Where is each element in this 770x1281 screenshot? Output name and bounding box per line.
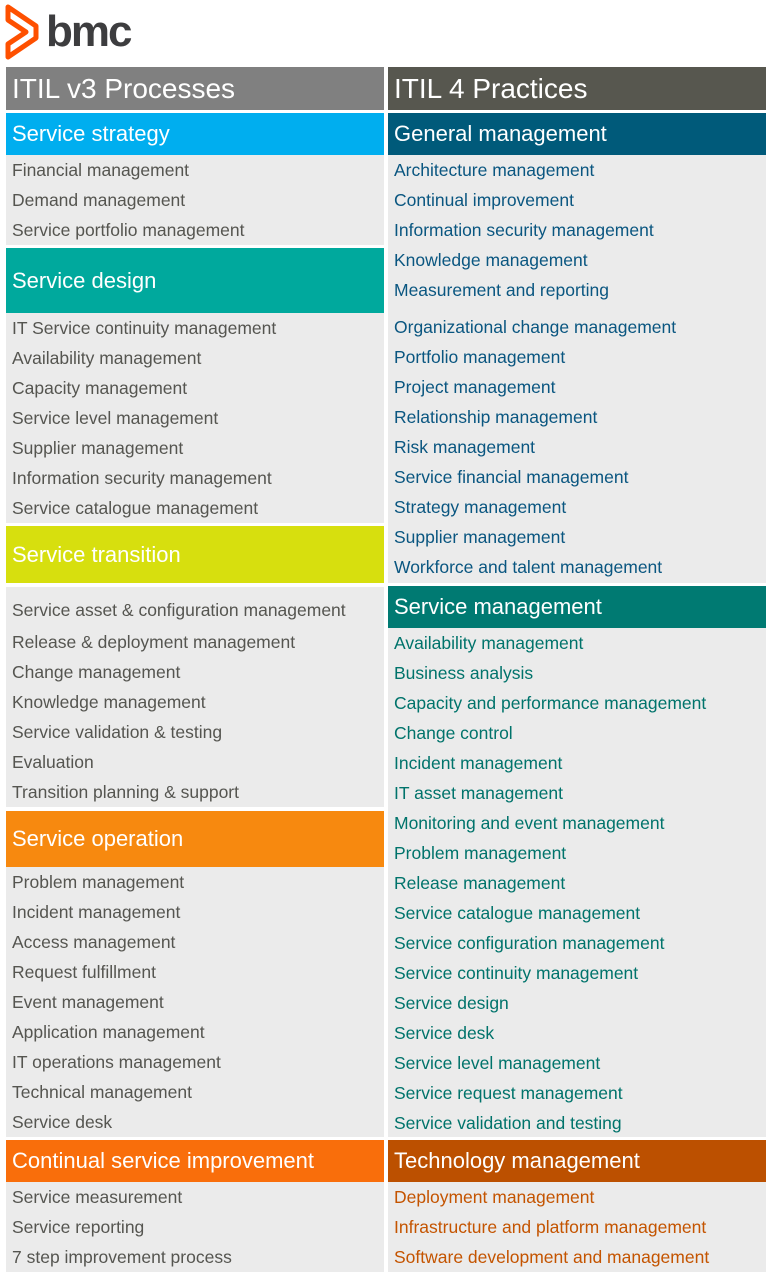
list-item: Service asset & configuration management <box>12 600 346 620</box>
list-item: Service reporting <box>12 1217 145 1237</box>
list-item: Information security management <box>12 468 272 488</box>
list-item: Demand management <box>12 190 186 210</box>
list-item: 7 step improvement process <box>12 1247 232 1267</box>
list-item: Continual improvement <box>394 190 574 210</box>
list-item: Service level management <box>12 408 219 428</box>
list-item: Business analysis <box>394 663 534 683</box>
list-item: Incident management <box>12 902 181 922</box>
list-item: Service portfolio management <box>12 220 245 240</box>
section-header-service-strategy: Service strategy <box>6 113 384 155</box>
list-item: Change control <box>394 723 513 743</box>
section-list-service-operation: Problem management Incident management A… <box>6 867 384 1137</box>
list-item: Architecture management <box>394 160 595 180</box>
list-item: Service desk <box>12 1112 113 1132</box>
section-header-general-management: General management <box>388 113 766 155</box>
list-item: Transition planning & support <box>12 782 239 802</box>
list-item: Service validation & testing <box>12 722 223 742</box>
list-item: Deployment management <box>394 1187 595 1207</box>
section-list-service-management: Availability management Business analysi… <box>388 628 766 1137</box>
brand-name: bmc <box>46 7 132 56</box>
list-item: Capacity and performance management <box>394 693 707 713</box>
itil-4-title: ITIL 4 Practices <box>388 67 766 110</box>
section-list-general-management: Architecture management Continual improv… <box>388 155 766 583</box>
list-item: Technical management <box>12 1082 192 1102</box>
list-item: Problem management <box>394 843 567 863</box>
list-item: Change management <box>12 662 181 682</box>
list-item: Availability management <box>394 633 584 653</box>
list-item: Workforce and talent management <box>394 557 663 577</box>
list-item: Event management <box>12 992 164 1012</box>
list-item: Organizational change management <box>394 317 677 337</box>
list-item: Service catalogue management <box>12 498 259 518</box>
list-item: Release & deployment management <box>12 632 296 652</box>
section-list-service-strategy: Financial management Demand management S… <box>6 155 384 245</box>
list-item: Strategy management <box>394 497 567 517</box>
list-item: Problem management <box>12 872 185 892</box>
list-item: Infrastructure and platform management <box>394 1217 707 1237</box>
section-header-service-design: Service design <box>6 248 384 313</box>
section-header-service-management: Service management <box>388 586 766 628</box>
list-item: Risk management <box>394 437 536 457</box>
list-item: Project management <box>394 377 556 397</box>
list-item: IT asset management <box>394 783 563 803</box>
list-item: IT operations management <box>12 1052 221 1072</box>
list-item: Relationship management <box>394 407 598 427</box>
bmc-chevron-icon <box>5 4 39 60</box>
list-item: Knowledge management <box>394 250 588 270</box>
list-item: Service continuity management <box>394 963 639 983</box>
list-item: Service catalogue management <box>394 903 641 923</box>
section-header-continual-service-improvement: Continual service improvement <box>6 1140 384 1182</box>
list-item: Evaluation <box>12 752 94 772</box>
list-item: Measurement and reporting <box>394 280 609 300</box>
list-item: Service validation and testing <box>394 1113 622 1133</box>
list-item: Knowledge management <box>12 692 206 712</box>
section-list-service-transition: Service asset & configuration management… <box>6 587 384 807</box>
list-item: Monitoring and event management <box>394 813 665 833</box>
list-item: Availability management <box>12 348 202 368</box>
section-list-service-design: IT Service continuity management Availab… <box>6 313 384 523</box>
list-item: Service configuration management <box>394 933 665 953</box>
section-list-continual-service-improvement: Service measurement Service reporting 7 … <box>6 1182 384 1272</box>
section-list-technology-management: Deployment management Infrastructure and… <box>388 1182 766 1272</box>
list-item: Service request management <box>394 1083 623 1103</box>
section-header-service-operation: Service operation <box>6 811 384 867</box>
list-item: Service desk <box>394 1023 495 1043</box>
list-item: Software development and management <box>394 1247 710 1267</box>
list-item: Request fulfillment <box>12 962 156 982</box>
list-item: Capacity management <box>12 378 188 398</box>
list-item: Information security management <box>394 220 654 240</box>
list-item: Service level management <box>394 1053 601 1073</box>
bmc-logo: bmc <box>4 2 132 62</box>
list-item: Application management <box>12 1022 205 1042</box>
list-item: Release management <box>394 873 566 893</box>
section-header-service-transition: Service transition <box>6 526 384 583</box>
list-item: Service measurement <box>12 1187 183 1207</box>
list-item: Financial management <box>12 160 190 180</box>
list-item: Service design <box>394 993 509 1013</box>
list-item: IT Service continuity management <box>12 318 277 338</box>
list-item: Service financial management <box>394 467 629 487</box>
list-item: Incident management <box>394 753 563 773</box>
list-item: Portfolio management <box>394 347 566 367</box>
itil-v3-title: ITIL v3 Processes <box>6 67 384 110</box>
list-item: Access management <box>12 932 176 952</box>
list-item: Supplier management <box>12 438 184 458</box>
section-header-technology-management: Technology management <box>388 1140 766 1182</box>
list-item: Supplier management <box>394 527 566 547</box>
